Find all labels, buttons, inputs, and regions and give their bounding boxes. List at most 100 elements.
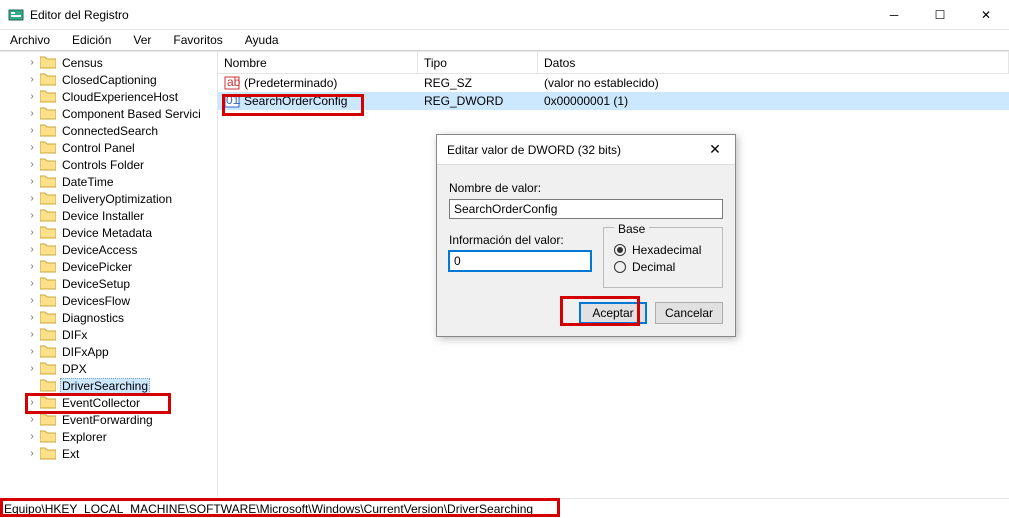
tree-item-label: EventCollector <box>60 396 142 410</box>
tree-item[interactable]: › Device Metadata <box>2 224 217 241</box>
folder-icon <box>40 209 56 222</box>
tree-item[interactable]: ›DPX <box>2 360 217 377</box>
tree-item[interactable]: ›Ext <box>2 445 217 462</box>
value-data: 0x00000001 (1) <box>538 94 1009 108</box>
expander-icon[interactable]: › <box>26 142 38 154</box>
tree-item[interactable]: › Component Based Servici <box>2 105 217 122</box>
window-controls: ─ ☐ ✕ <box>871 0 1009 30</box>
expander-icon[interactable]: › <box>26 176 38 188</box>
tree-pane[interactable]: ›Census›ClosedCaptioning›CloudExperience… <box>0 52 218 497</box>
tree-item[interactable]: › Explorer <box>2 428 217 445</box>
expander-icon[interactable]: › <box>26 295 38 307</box>
expander-icon[interactable]: › <box>26 57 38 69</box>
expander-icon[interactable]: › <box>26 227 38 239</box>
folder-icon <box>40 175 56 188</box>
expander-icon[interactable]: › <box>26 414 38 426</box>
menu-file[interactable]: Archivo <box>6 31 54 49</box>
folder-icon <box>40 158 56 171</box>
expander-icon[interactable]: › <box>26 431 38 443</box>
column-name[interactable]: Nombre <box>218 52 418 73</box>
expander-icon[interactable]: › <box>26 397 38 409</box>
expander-icon[interactable]: › <box>26 91 38 103</box>
folder-icon <box>40 277 56 290</box>
tree-item[interactable]: ›DIFx <box>2 326 217 343</box>
tree-item[interactable]: ›Control Panel <box>2 139 217 156</box>
value-data-input[interactable]: 0 <box>449 251 591 271</box>
folder-icon <box>40 56 56 69</box>
cancel-button[interactable]: Cancelar <box>655 302 723 324</box>
value-type: REG_DWORD <box>418 94 538 108</box>
svg-text:ab: ab <box>227 75 240 89</box>
tree-item-label: Explorer <box>60 430 109 444</box>
tree-item[interactable]: › EventCollector <box>2 394 217 411</box>
tree-item[interactable]: › DeliveryOptimization <box>2 190 217 207</box>
dialog-titlebar[interactable]: Editar valor de DWORD (32 bits) ✕ <box>437 135 735 165</box>
folder-icon <box>40 141 56 154</box>
radio-decimal[interactable]: Decimal <box>614 260 712 274</box>
tree-item[interactable]: ›Census <box>2 54 217 71</box>
tree-item[interactable]: ›ConnectedSearch <box>2 122 217 139</box>
menu-edit[interactable]: Edición <box>68 31 115 49</box>
folder-icon <box>40 379 56 392</box>
tree-item-label: DeliveryOptimization <box>60 192 174 206</box>
folder-icon <box>40 294 56 307</box>
expander-icon[interactable]: › <box>26 74 38 86</box>
menu-view[interactable]: Ver <box>129 31 155 49</box>
expander-icon[interactable]: › <box>26 210 38 222</box>
list-header: Nombre Tipo Datos <box>218 52 1009 74</box>
expander-icon[interactable]: › <box>26 278 38 290</box>
tree-item[interactable]: › Diagnostics <box>2 309 217 326</box>
tree-item[interactable]: ›Device Installer <box>2 207 217 224</box>
tree-item[interactable]: ›Controls Folder <box>2 156 217 173</box>
tree-item[interactable]: ›DateTime <box>2 173 217 190</box>
expander-icon[interactable]: › <box>26 363 38 375</box>
expander-icon[interactable]: › <box>26 193 38 205</box>
value-type: REG_SZ <box>418 76 538 90</box>
tree-item[interactable]: ›DIFxApp <box>2 343 217 360</box>
list-row[interactable]: ab(Predeterminado)REG_SZ(valor no establ… <box>218 74 1009 92</box>
close-button[interactable]: ✕ <box>963 0 1009 30</box>
expander-icon[interactable]: › <box>26 125 38 137</box>
tree-item-label: Device Metadata <box>60 226 154 240</box>
tree-item-label: Diagnostics <box>60 311 126 325</box>
tree-item[interactable]: ›DeviceAccess <box>2 241 217 258</box>
svg-text:011: 011 <box>226 93 240 107</box>
tree-item[interactable]: › DeviceSetup <box>2 275 217 292</box>
expander-icon[interactable]: › <box>26 261 38 273</box>
expander-icon[interactable]: › <box>26 329 38 341</box>
tree-item[interactable]: DriverSearching <box>2 377 217 394</box>
tree-item[interactable]: ›CloudExperienceHost <box>2 88 217 105</box>
expander-icon[interactable]: › <box>26 448 38 460</box>
expander-icon[interactable]: › <box>26 108 38 120</box>
tree-item[interactable]: ›DevicePicker <box>2 258 217 275</box>
titlebar: Editor del Registro ─ ☐ ✕ <box>0 0 1009 30</box>
maximize-button[interactable]: ☐ <box>917 0 963 30</box>
expander-icon[interactable]: › <box>26 346 38 358</box>
expander-icon[interactable]: › <box>26 159 38 171</box>
column-data[interactable]: Datos <box>538 52 1009 73</box>
value-name-input[interactable]: SearchOrderConfig <box>449 199 723 219</box>
tree-item[interactable]: ›ClosedCaptioning <box>2 71 217 88</box>
value-data: (valor no establecido) <box>538 76 1009 90</box>
expander-icon[interactable] <box>26 380 38 392</box>
tree-item-label: Component Based Servici <box>60 107 203 121</box>
column-type[interactable]: Tipo <box>418 52 538 73</box>
folder-icon <box>40 311 56 324</box>
ok-button[interactable]: Aceptar <box>579 302 647 324</box>
radio-hexadecimal[interactable]: Hexadecimal <box>614 243 712 257</box>
radio-hex-indicator <box>614 244 626 256</box>
tree-item-label: DeviceSetup <box>60 277 132 291</box>
expander-icon[interactable]: › <box>26 312 38 324</box>
tree-item-label: EventForwarding <box>60 413 155 427</box>
tree-item-label: DriverSearching <box>60 378 150 394</box>
expander-icon[interactable]: › <box>26 244 38 256</box>
list-row[interactable]: 011SearchOrderConfigREG_DWORD0x00000001 … <box>218 92 1009 110</box>
minimize-button[interactable]: ─ <box>871 0 917 30</box>
menu-help[interactable]: Ayuda <box>241 31 283 49</box>
dialog-close-button[interactable]: ✕ <box>695 141 735 158</box>
dword-value-icon: 011 <box>224 93 240 109</box>
tree-item[interactable]: ›DevicesFlow <box>2 292 217 309</box>
string-value-icon: ab <box>224 75 240 91</box>
menu-favorites[interactable]: Favoritos <box>169 31 226 49</box>
tree-item[interactable]: › EventForwarding <box>2 411 217 428</box>
